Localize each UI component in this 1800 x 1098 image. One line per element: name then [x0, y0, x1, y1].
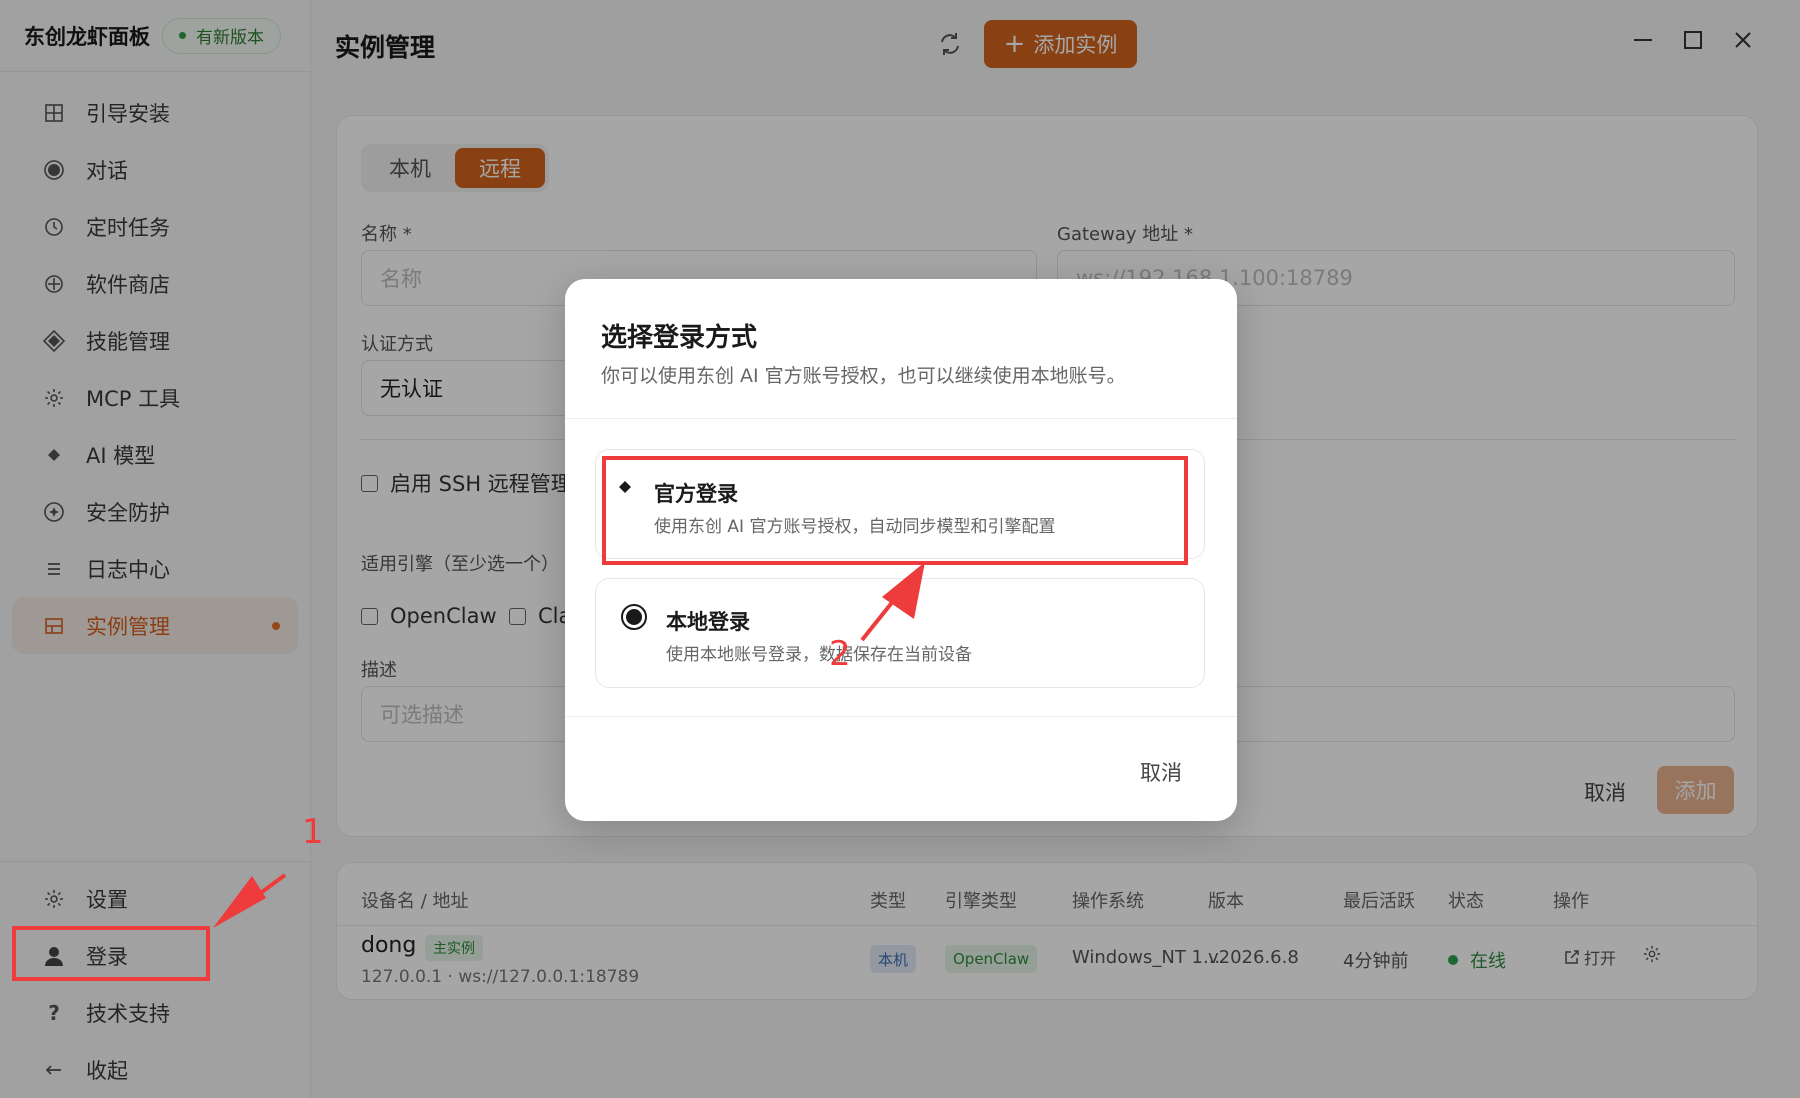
dialog-divider: [565, 716, 1237, 717]
option-local-login[interactable]: 本地登录 使用本地账号登录，数据保存在当前设备: [595, 578, 1205, 688]
annotation-number-1: 1: [302, 812, 324, 852]
radio-selected-icon: [621, 604, 647, 630]
dialog-subtitle: 你可以使用东创 AI 官方账号授权，也可以继续使用本地账号。: [601, 365, 1126, 387]
dialog-title: 选择登录方式: [601, 323, 758, 353]
dialog-divider: [565, 418, 1237, 419]
dialog-cancel-button[interactable]: 取消: [1140, 757, 1182, 787]
option-title: 本地登录: [666, 610, 750, 634]
annotation-number-2: 2: [829, 634, 851, 674]
annotation-box-official: [602, 456, 1188, 565]
option-desc: 使用本地账号登录，数据保存在当前设备: [666, 645, 972, 665]
annotation-box-login: [12, 926, 210, 981]
